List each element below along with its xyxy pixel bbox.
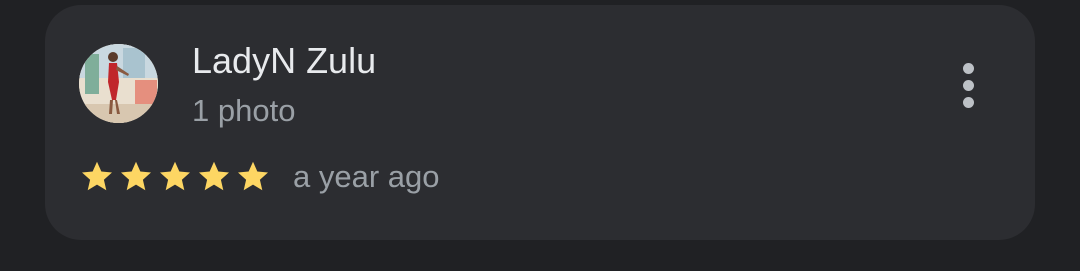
author-avatar[interactable]: [79, 44, 158, 123]
star-icon: [238, 161, 268, 191]
star-icon: [121, 161, 151, 191]
star-icon: [82, 161, 112, 191]
more-options-button[interactable]: [950, 53, 986, 117]
star-rating: [79, 159, 271, 195]
more-vert-icon-dot: [962, 79, 974, 91]
star-icon: [199, 161, 229, 191]
more-vert-icon-dot: [962, 96, 974, 108]
star-icon: [160, 161, 190, 191]
review-time: a year ago: [293, 159, 440, 194]
more-vert-icon: [962, 62, 974, 74]
author-name[interactable]: LadyN Zulu: [192, 39, 376, 83]
rating-row: a year ago: [79, 157, 440, 197]
author-photo-count: 1 photo: [192, 93, 296, 128]
review-card: LadyN Zulu 1 photo a year ago: [45, 5, 1035, 240]
avatar-photo: [79, 44, 158, 123]
